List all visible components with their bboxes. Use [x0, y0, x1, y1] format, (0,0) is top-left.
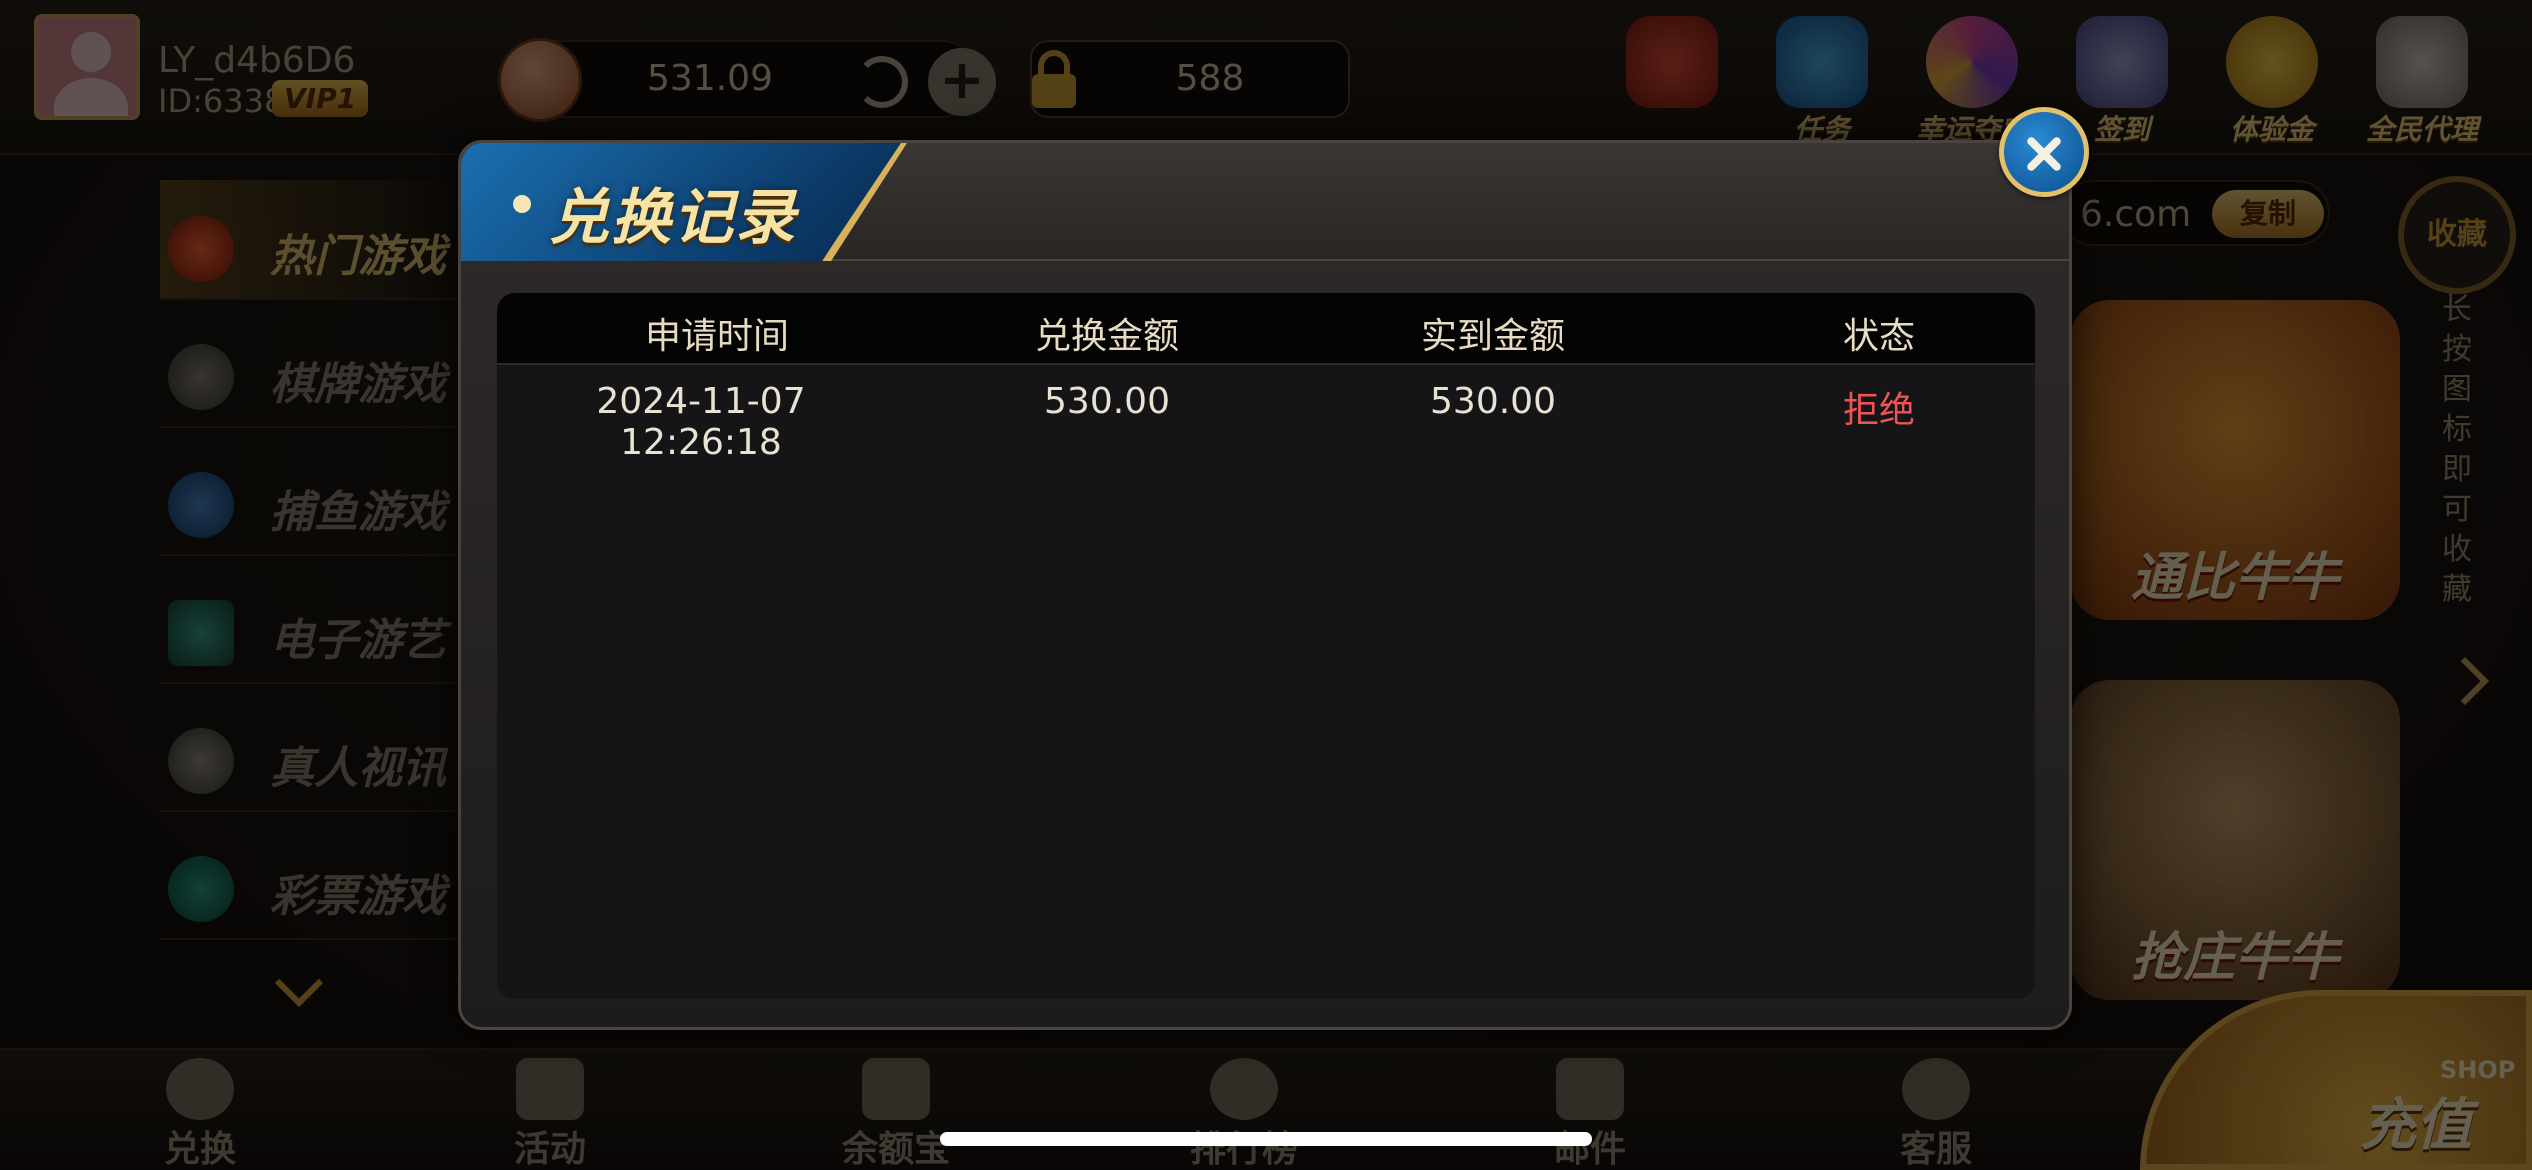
- column-header-received: 实到金额: [1420, 316, 1565, 357]
- table-header: 申请时间 兑换金额 实到金额 状态: [497, 293, 2035, 365]
- title-bullet-icon: [513, 195, 531, 213]
- records-table: 申请时间 兑换金额 实到金额 状态 2024-11-07 12:26:18 53…: [497, 293, 2035, 999]
- cell-time: 2024-11-07 12:26:18: [596, 381, 806, 463]
- column-header-amount: 兑换金额: [1034, 316, 1179, 357]
- close-button[interactable]: [1999, 107, 2089, 197]
- cell-status: 拒绝: [1842, 390, 1915, 431]
- column-header-time: 申请时间: [644, 316, 789, 357]
- modal-header: 兑换记录: [461, 143, 2069, 261]
- column-header-status: 状态: [1842, 316, 1915, 357]
- table-row: 2024-11-07 12:26:18 530.00 530.00 拒绝: [497, 365, 2035, 463]
- home-indicator[interactable]: [940, 1132, 1592, 1146]
- modal-title: 兑换记录: [549, 183, 797, 253]
- cell-amount: 530.00: [1044, 381, 1170, 422]
- cell-received: 530.00: [1430, 381, 1556, 422]
- exchange-record-modal: 兑换记录 申请时间 兑换金额 实到金额 状态 2024-11-07 12:26:…: [458, 107, 2089, 1030]
